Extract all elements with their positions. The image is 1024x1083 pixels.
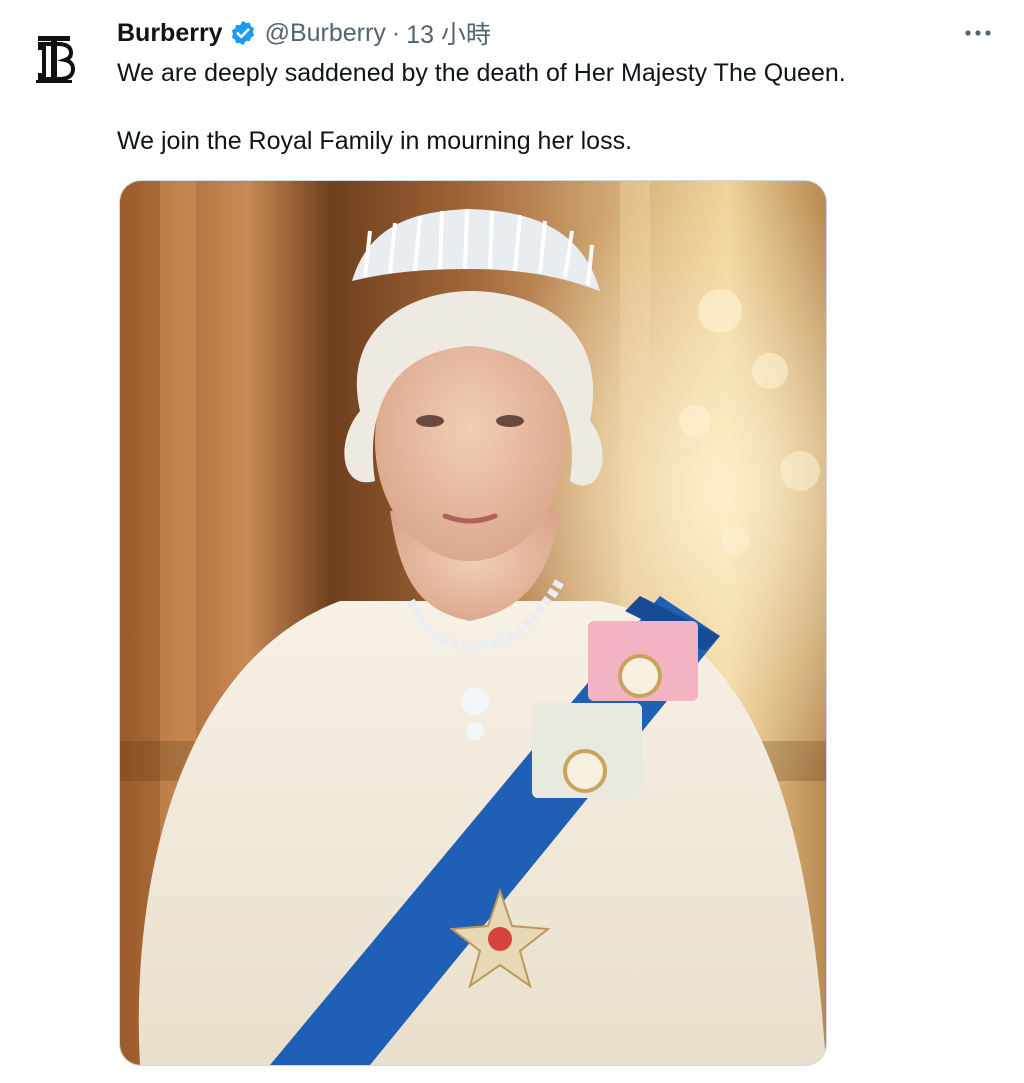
verified-badge-icon [231, 20, 254, 46]
author-avatar[interactable] [30, 22, 82, 86]
portrait-photo [120, 181, 826, 1065]
tweet-text-line: We are deeply saddened by the death of H… [117, 59, 846, 87]
more-options-button[interactable] [958, 18, 998, 48]
tweet-text: We are deeply saddened by the death of H… [117, 56, 977, 158]
header-separator: · [391, 18, 401, 47]
tweet: Burberry @Burberry · 13 小時 We are deeply… [0, 0, 1024, 1083]
tweet-header: Burberry @Burberry · 13 小時 [117, 16, 491, 50]
tweet-media-photo[interactable] [119, 180, 827, 1066]
tweet-text-line: We join the Royal Family in mourning her… [117, 127, 633, 155]
author-handle[interactable]: @Burberry [265, 19, 386, 48]
author-display-name[interactable]: Burberry [117, 19, 223, 48]
burberry-tb-monogram-icon [36, 36, 76, 83]
more-horizontal-icon [965, 30, 991, 36]
tweet-timestamp[interactable]: 13 小時 [406, 15, 491, 51]
